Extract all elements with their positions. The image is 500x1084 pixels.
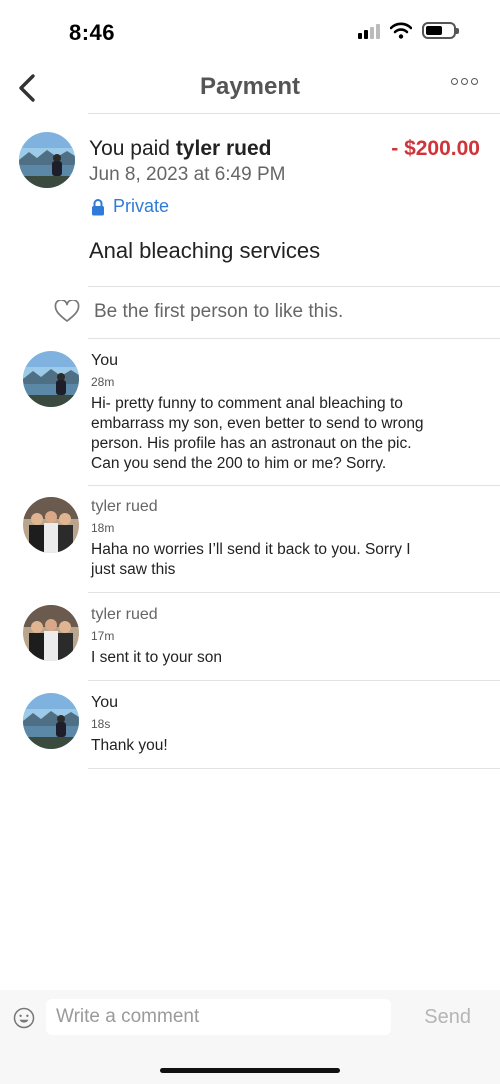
divider	[88, 680, 500, 681]
summary-prefix: You paid	[89, 137, 176, 160]
status-bar: 8:46	[0, 0, 500, 64]
comment-avatar[interactable]	[23, 693, 79, 749]
comment-avatar[interactable]	[23, 497, 79, 553]
more-options-button[interactable]	[451, 78, 478, 85]
payment-summary: You paid tyler rued	[89, 137, 272, 161]
comment-time: 18s	[91, 717, 111, 731]
comment-line: person. His profile has an astronaut on …	[91, 435, 412, 452]
heart-icon	[54, 300, 80, 322]
more-dot-icon	[461, 78, 468, 85]
like-button[interactable]: Be the first person to like this.	[54, 300, 343, 323]
divider	[88, 338, 500, 339]
wifi-icon	[390, 22, 412, 39]
divider	[88, 113, 500, 114]
home-indicator	[160, 1068, 340, 1073]
status-time: 8:46	[69, 20, 116, 45]
comment-author[interactable]: tyler rued	[91, 606, 158, 624]
comment-author[interactable]: tyler rued	[91, 498, 158, 516]
comment-text: Haha no worries I’ll send it back to you…	[91, 540, 491, 580]
divider	[88, 592, 500, 593]
status-icons	[358, 22, 459, 39]
divider	[88, 286, 500, 287]
comment-author[interactable]: You	[91, 352, 118, 370]
privacy-label: Private	[113, 196, 170, 216]
payee-name[interactable]: tyler rued	[176, 137, 272, 160]
comment-line: Haha no worries I’ll send it back to you…	[91, 541, 411, 558]
comment-line: embarrass my son, even better to send to…	[91, 415, 424, 432]
battery-icon	[422, 22, 459, 39]
payment-note: Anal bleaching services	[89, 238, 321, 263]
navigation-bar: Payment	[0, 64, 500, 114]
comment-line: Thank you!	[91, 737, 168, 754]
comment-text: Thank you!	[91, 736, 491, 756]
comment-input[interactable]	[46, 999, 391, 1035]
like-prompt: Be the first person to like this.	[94, 300, 344, 322]
divider	[88, 485, 500, 486]
cellular-signal-icon	[358, 23, 380, 39]
comment-avatar[interactable]	[23, 605, 79, 661]
lock-icon	[92, 198, 104, 215]
emoji-icon[interactable]	[13, 1007, 35, 1029]
comment-avatar[interactable]	[23, 351, 79, 407]
payment-amount: - $200.00	[391, 137, 480, 160]
more-dot-icon	[471, 78, 478, 85]
comment-text: Hi- pretty funny to comment anal bleachi…	[91, 394, 491, 474]
page-title: Payment	[199, 73, 301, 100]
payment-date: Jun 8, 2023 at 6:49 PM	[89, 164, 286, 185]
comment-composer: Send	[0, 990, 500, 1084]
comment-line: just saw this	[91, 561, 176, 578]
comment-line: Hi- pretty funny to comment anal bleachi…	[91, 395, 403, 412]
divider	[88, 768, 500, 769]
send-button[interactable]: Send	[424, 1006, 471, 1029]
privacy-setting[interactable]: Private	[91, 196, 169, 217]
comment-line: Can you send the 200 to him or me? Sorry…	[91, 455, 387, 472]
comment-line: I sent it to your son	[91, 649, 222, 666]
comment-time: 28m	[91, 375, 115, 389]
comment-text: I sent it to your son	[91, 648, 491, 668]
more-dot-icon	[451, 78, 458, 85]
sender-avatar[interactable]	[19, 132, 75, 188]
comment-time: 17m	[91, 629, 115, 643]
comment-time: 18m	[91, 521, 115, 535]
comment-author[interactable]: You	[91, 694, 118, 712]
